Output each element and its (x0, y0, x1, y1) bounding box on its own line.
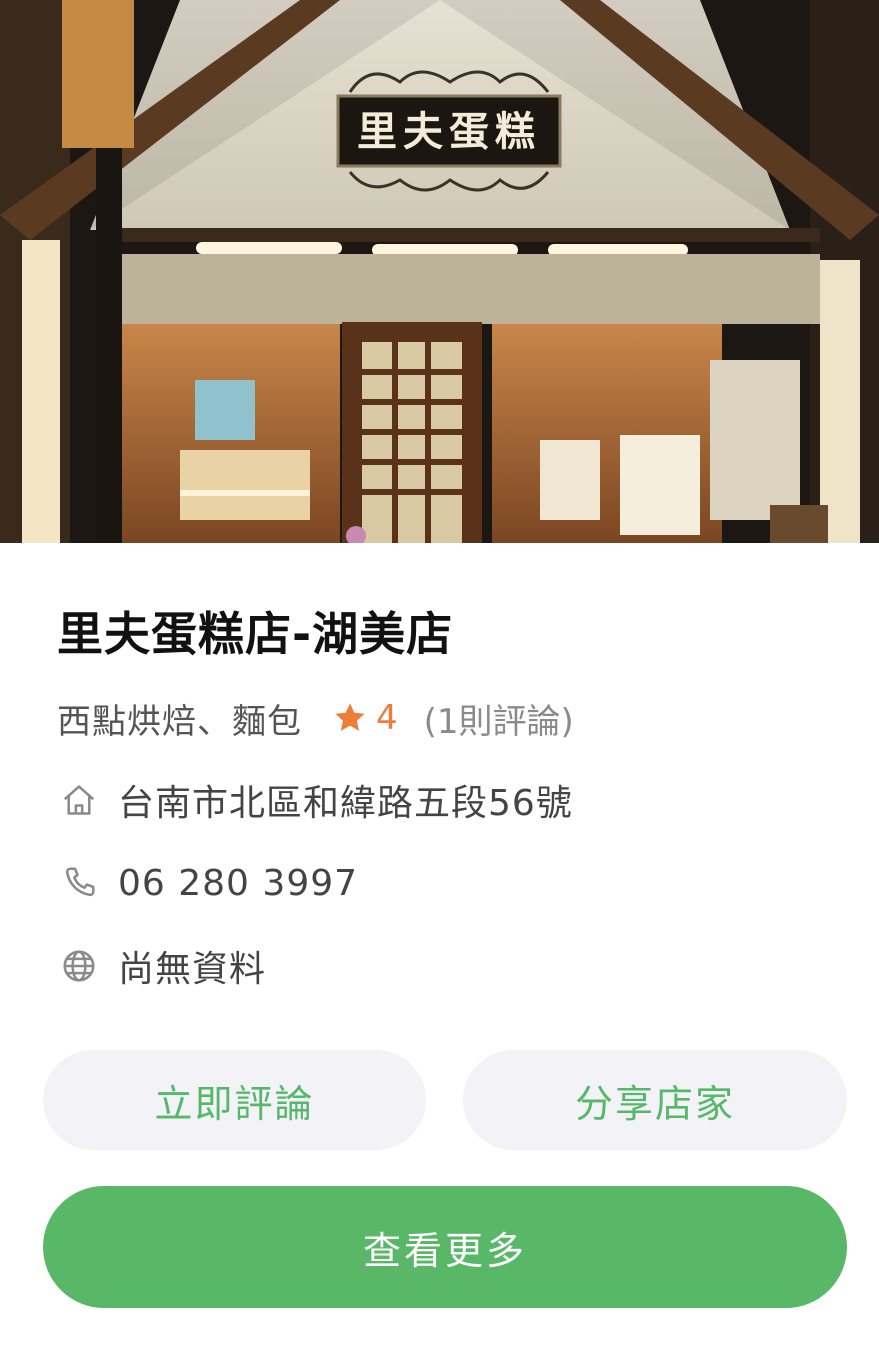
review-count[interactable]: (1則評論) (424, 694, 574, 743)
store-meta: 西點烘焙、麵包 4 (1則評論) (57, 692, 574, 744)
website-text: 尚無資料 (118, 949, 267, 990)
phone-row[interactable]: 06 280 3997 (60, 855, 358, 911)
globe-icon (60, 947, 98, 985)
store-photo: 里夫蛋糕 (0, 0, 879, 543)
store-name: 里夫蛋糕店-湖美店 (57, 607, 454, 661)
share-store-button[interactable]: 分享店家 (463, 1050, 847, 1150)
website-row[interactable]: 尚無資料 (60, 938, 266, 994)
review-now-button[interactable]: 立即評論 (43, 1050, 426, 1150)
phone-icon (60, 864, 98, 902)
phone-text: 06 280 3997 (118, 862, 359, 904)
store-sign-text: 里夫蛋糕 (357, 108, 541, 155)
store-category: 西點烘焙、麵包 (57, 701, 302, 742)
address-text: 台南市北區和緯路五段56號 (118, 783, 573, 824)
address-row[interactable]: 台南市北區和緯路五段56號 (60, 772, 573, 828)
rating-value: 4 (376, 698, 398, 738)
view-more-button[interactable]: 查看更多 (43, 1186, 847, 1308)
home-icon (60, 781, 98, 819)
star-icon (332, 700, 368, 736)
